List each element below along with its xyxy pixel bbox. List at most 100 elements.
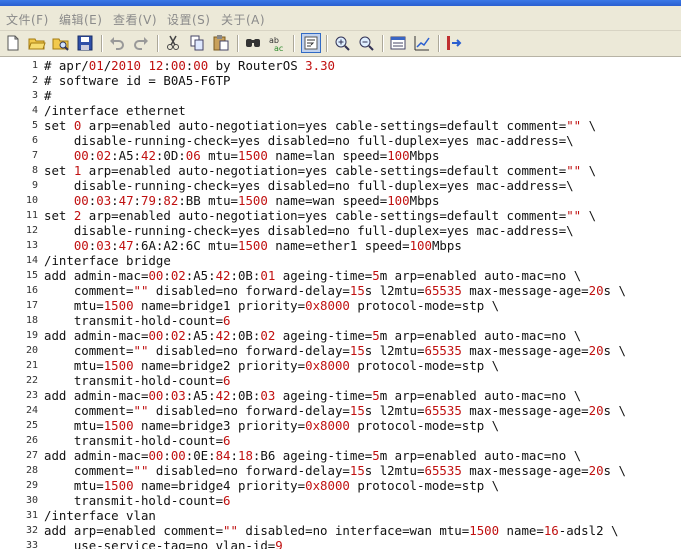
code-token: s l2mtu=: [364, 283, 425, 298]
menu-edit[interactable]: 编辑(E): [59, 11, 102, 28]
code-line[interactable]: 33 use-service-tag=no vlan-id=9: [0, 538, 681, 549]
code-line[interactable]: 27 add admin-mac=00:00:0E:84:18:B6 ageing…: [0, 448, 681, 463]
code-editor[interactable]: 1 # apr/01/2010 12:00:00 by RouterOS 3.30…: [0, 57, 681, 549]
code-token: s \: [603, 463, 626, 478]
code-token: ageing-time=: [275, 328, 373, 343]
code-line[interactable]: 13 00:03:47:6A:A2:6C mtu=1500 name=ether…: [0, 238, 681, 253]
code-text: transmit-hold-count=6: [44, 373, 231, 388]
code-text: mtu=1500 name=bridge4 priority=0x8000 pr…: [44, 478, 499, 493]
code-token: protocol-mode=stp \: [349, 358, 500, 373]
code-literal: "": [566, 118, 582, 133]
code-text: #: [44, 88, 51, 103]
code-line[interactable]: 9 disable-running-check=yes disabled=no …: [0, 178, 681, 193]
code-line[interactable]: 28 comment="" disabled=no forward-delay=…: [0, 463, 681, 478]
menu-settings[interactable]: 设置(S): [167, 11, 210, 28]
code-line[interactable]: 8 set 1 arp=enabled auto-negotiation=yes …: [0, 163, 681, 178]
menu-about[interactable]: 关于(A): [221, 11, 265, 28]
replace-icon[interactable]: ab ac: [268, 34, 286, 52]
code-line[interactable]: 3 #: [0, 88, 681, 103]
code-line[interactable]: 25 mtu=1500 name=bridge3 priority=0x8000…: [0, 418, 681, 433]
find-icon[interactable]: [244, 34, 262, 52]
line-number: 2: [31, 75, 38, 86]
code-literal: 65535: [424, 463, 462, 478]
code-line[interactable]: 29 mtu=1500 name=bridge4 priority=0x8000…: [0, 478, 681, 493]
code-text: # software id = B0A5-F6TP: [44, 73, 231, 88]
code-line[interactable]: 10 00:03:47:79:82:BB mtu=1500 name=wan s…: [0, 193, 681, 208]
code-token: s \: [603, 283, 626, 298]
code-literal: 6: [223, 493, 231, 508]
export-icon[interactable]: [445, 34, 463, 52]
code-text: disable-running-check=yes disabled=no fu…: [44, 178, 574, 193]
zoom-in-icon[interactable]: [333, 34, 351, 52]
browse-icon[interactable]: [52, 34, 70, 52]
code-literal: 1500: [469, 523, 500, 538]
code-line[interactable]: 20 comment="" disabled=no forward-delay=…: [0, 343, 681, 358]
code-literal: 15: [349, 283, 365, 298]
menu-file[interactable]: 文件(F): [6, 11, 49, 28]
code-text: mtu=1500 name=bridge1 priority=0x8000 pr…: [44, 298, 499, 313]
code-literal: 79: [141, 193, 156, 208]
view-list-icon[interactable]: [389, 34, 407, 52]
open-folder-icon[interactable]: [28, 34, 46, 52]
code-literal: 6: [223, 313, 231, 328]
code-literal: 2010: [111, 58, 141, 73]
code-literal: 100: [409, 238, 432, 253]
code-line[interactable]: 2 # software id = B0A5-F6TP: [0, 73, 681, 88]
code-line[interactable]: 15 add admin-mac=00:02:A5:42:0B:01 ageing…: [0, 268, 681, 283]
code-line[interactable]: 22 transmit-hold-count=6: [0, 373, 681, 388]
code-literal: 1500: [103, 478, 134, 493]
code-text: disable-running-check=yes disabled=no fu…: [44, 133, 574, 148]
code-line[interactable]: 6 disable-running-check=yes disabled=no …: [0, 133, 681, 148]
code-literal: 18: [237, 448, 253, 463]
code-line[interactable]: 12 disable-running-check=yes disabled=no…: [0, 223, 681, 238]
code-token: max-message-age=: [461, 403, 589, 418]
code-line[interactable]: 7 00:02:A5:42:0D:06 mtu=1500 name=lan sp…: [0, 148, 681, 163]
code-token: :0B:: [230, 328, 261, 343]
line-number: 1: [31, 60, 38, 71]
code-line[interactable]: 23 add admin-mac=00:03:A5:42:0B:03 ageing…: [0, 388, 681, 403]
save-icon[interactable]: [76, 34, 94, 52]
code-line[interactable]: 26 transmit-hold-count=6: [0, 433, 681, 448]
code-literal: 00: [170, 58, 186, 73]
line-number: 8: [31, 165, 38, 176]
code-line[interactable]: 24 comment="" disabled=no forward-delay=…: [0, 403, 681, 418]
code-text: /interface bridge: [44, 253, 171, 268]
undo-icon[interactable]: [108, 34, 126, 52]
code-token: :0B:: [230, 388, 261, 403]
code-line[interactable]: 19 add admin-mac=00:02:A5:42:0B:02 ageing…: [0, 328, 681, 343]
code-line[interactable]: 1 # apr/01/2010 12:00:00 by RouterOS 3.30: [0, 58, 681, 73]
code-line[interactable]: 18 transmit-hold-count=6: [0, 313, 681, 328]
code-line[interactable]: 11 set 2 arp=enabled auto-negotiation=yes…: [0, 208, 681, 223]
code-token: arp=enabled auto-negotiation=yes cable-s…: [81, 118, 567, 133]
code-literal: 00: [148, 448, 164, 463]
zoom-out-icon[interactable]: [357, 34, 375, 52]
code-line[interactable]: 30 transmit-hold-count=6: [0, 493, 681, 508]
code-line[interactable]: 4/interface ethernet: [0, 103, 681, 118]
line-number: 24: [25, 405, 38, 416]
code-line[interactable]: 17 mtu=1500 name=bridge1 priority=0x8000…: [0, 298, 681, 313]
code-token: comment=: [44, 463, 134, 478]
code-line[interactable]: 32 add arp=enabled comment="" disabled=no…: [0, 523, 681, 538]
code-token: :: [163, 58, 171, 73]
new-file-icon[interactable]: [4, 34, 22, 52]
line-number: 17: [25, 300, 38, 311]
code-text: set 1 arp=enabled auto-negotiation=yes c…: [44, 163, 596, 178]
paste-icon[interactable]: [212, 34, 230, 52]
menu-view[interactable]: 查看(V): [113, 11, 157, 28]
edit-chart-icon[interactable]: [413, 34, 431, 52]
code-line[interactable]: 14/interface bridge: [0, 253, 681, 268]
code-literal: 65535: [424, 283, 462, 298]
cut-icon[interactable]: [164, 34, 182, 52]
line-number: 29: [25, 480, 38, 491]
redo-icon[interactable]: [132, 34, 150, 52]
code-line[interactable]: 31/interface vlan: [0, 508, 681, 523]
code-line[interactable]: 21 mtu=1500 name=bridge2 priority=0x8000…: [0, 358, 681, 373]
code-line[interactable]: 5 set 0 arp=enabled auto-negotiation=yes …: [0, 118, 681, 133]
code-literal: "": [223, 523, 238, 538]
word-wrap-icon[interactable]: [301, 33, 321, 53]
code-token: protocol-mode=stp \: [349, 298, 500, 313]
code-text: /interface vlan: [44, 508, 156, 523]
copy-icon[interactable]: [188, 34, 206, 52]
code-line[interactable]: 16 comment="" disabled=no forward-delay=…: [0, 283, 681, 298]
